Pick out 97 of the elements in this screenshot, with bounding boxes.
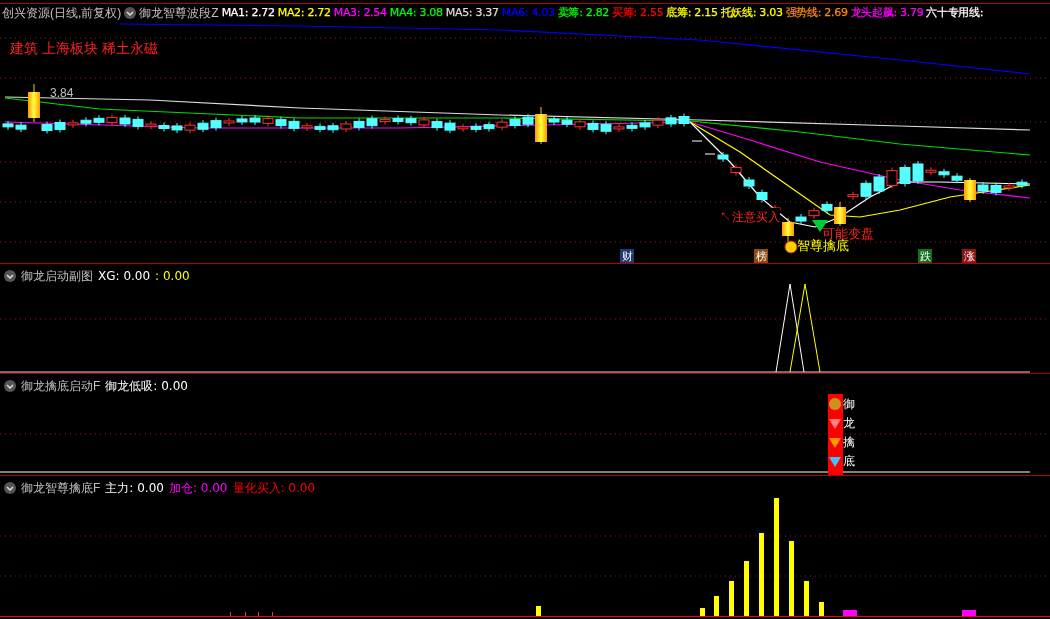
price-label: 3.84 bbox=[50, 85, 74, 102]
candlestick bbox=[327, 122, 339, 134]
indicator-value: MA2: 2.72 bbox=[277, 4, 331, 21]
indicator-value: 强势线: 2.69 bbox=[785, 4, 848, 21]
indicator-value: MA1: 2.72 bbox=[221, 4, 275, 21]
panel-title: 御龙智尊擒底F bbox=[21, 480, 101, 497]
candlestick bbox=[717, 151, 729, 163]
indicator-value: 买筹: 2.55 bbox=[612, 4, 664, 21]
volume-bar bbox=[744, 561, 749, 616]
candlestick bbox=[2, 120, 14, 131]
candlestick bbox=[808, 207, 820, 220]
volume-bar bbox=[819, 602, 824, 616]
candlestick bbox=[392, 115, 404, 125]
indicator-value: 底筹: 2.15 bbox=[666, 4, 718, 21]
event-tag: 榜 bbox=[754, 249, 768, 263]
indicator-name: 御龙智尊波段Z bbox=[139, 5, 219, 22]
indicator-value: 卖筹: 2.82 bbox=[557, 4, 610, 21]
candlestick bbox=[665, 114, 677, 128]
signal-character: 底 bbox=[843, 454, 855, 468]
volume-bar bbox=[962, 610, 976, 616]
candlestick bbox=[678, 113, 690, 127]
candlestick bbox=[626, 121, 638, 132]
candlestick bbox=[509, 115, 521, 129]
candlestick bbox=[639, 119, 651, 131]
candlestick bbox=[197, 119, 209, 133]
indicator-value: XG: 0.00 bbox=[98, 268, 151, 285]
collapse-icon[interactable] bbox=[124, 7, 137, 19]
signal-text: ↖注意买入 bbox=[720, 208, 780, 226]
candlestick bbox=[171, 122, 183, 134]
indicator-value: MA5: 3.37 bbox=[445, 4, 499, 21]
event-tag: 涨 bbox=[962, 249, 976, 263]
candlestick bbox=[899, 164, 911, 188]
coin-icon bbox=[829, 398, 841, 410]
event-tag: 跌 bbox=[918, 249, 932, 263]
volume-bar bbox=[843, 610, 857, 616]
candlestick bbox=[340, 120, 352, 133]
indicator-value: MA4: 3.08 bbox=[389, 4, 443, 21]
candlestick bbox=[158, 122, 170, 132]
candlestick bbox=[80, 116, 92, 127]
signal-text: 可能变盘 bbox=[822, 225, 874, 241]
volume-bar bbox=[804, 581, 809, 616]
candlestick bbox=[353, 117, 365, 131]
candlestick bbox=[236, 115, 248, 126]
indicator-value: 托妖线: 3.03 bbox=[720, 4, 783, 21]
signal-text: 智尊擒底 bbox=[797, 238, 849, 255]
indicator-value: 加仓: 0.00 bbox=[168, 480, 228, 497]
signal-character: 龙 bbox=[843, 416, 855, 430]
badge-icon bbox=[784, 240, 798, 254]
candlestick bbox=[262, 114, 274, 127]
stock-title: 创兴资源(日线,前复权) bbox=[2, 5, 122, 22]
price-tick bbox=[691, 140, 703, 142]
candlestick bbox=[93, 114, 105, 126]
indicator-value: 主力: 0.00 bbox=[105, 480, 164, 497]
price-tick bbox=[704, 153, 716, 155]
volume-bar bbox=[700, 608, 705, 616]
collapse-icon[interactable] bbox=[4, 482, 16, 494]
panel-title: 御龙擒底启动F bbox=[21, 378, 101, 395]
indicator-value: 龙头起飙: 3.79 bbox=[850, 4, 924, 21]
candlestick bbox=[561, 116, 573, 128]
panel-title: 御龙启动副图 bbox=[21, 268, 93, 285]
event-tag: 财 bbox=[620, 249, 634, 263]
candlestick bbox=[886, 167, 898, 190]
collapse-icon[interactable] bbox=[4, 270, 16, 282]
candlestick bbox=[873, 173, 885, 195]
candlestick bbox=[431, 118, 443, 132]
collapse-icon[interactable] bbox=[4, 380, 16, 392]
candlestick bbox=[496, 118, 508, 131]
candlestick bbox=[106, 114, 118, 127]
volume-bar bbox=[729, 581, 734, 616]
candlestick bbox=[587, 119, 599, 133]
candlestick bbox=[314, 122, 326, 133]
indicator-value: MA3: 2.54 bbox=[333, 4, 387, 21]
candlestick bbox=[119, 114, 131, 128]
candlestick bbox=[184, 121, 196, 134]
indicator-value: 量化买入: 0.00 bbox=[232, 480, 316, 497]
sector-note: 建筑 上海板块 稀土永磁 bbox=[10, 39, 158, 58]
candlestick bbox=[418, 116, 430, 129]
candlestick bbox=[730, 164, 742, 176]
candlestick bbox=[756, 189, 768, 203]
candlestick bbox=[275, 116, 287, 130]
indicator-value: 六十专用线: bbox=[926, 4, 984, 21]
candlestick bbox=[405, 115, 417, 127]
candlestick bbox=[574, 118, 586, 131]
volume-bar bbox=[536, 606, 541, 616]
candlestick bbox=[652, 116, 664, 129]
signal-character: 御 bbox=[843, 397, 855, 411]
candlestick bbox=[1016, 178, 1028, 189]
indicator-value: : 0.00 bbox=[155, 268, 190, 285]
candlestick bbox=[743, 176, 755, 190]
signal-character: 擒 bbox=[843, 435, 855, 449]
candlestick bbox=[249, 114, 261, 126]
indicator-value: MA6: 4.03 bbox=[501, 4, 555, 21]
candlestick bbox=[483, 121, 495, 133]
candlestick bbox=[470, 122, 482, 133]
volume-bar bbox=[714, 596, 719, 616]
candlestick bbox=[938, 168, 950, 179]
indicator-value: 御龙低吸: 0.00 bbox=[105, 378, 188, 395]
